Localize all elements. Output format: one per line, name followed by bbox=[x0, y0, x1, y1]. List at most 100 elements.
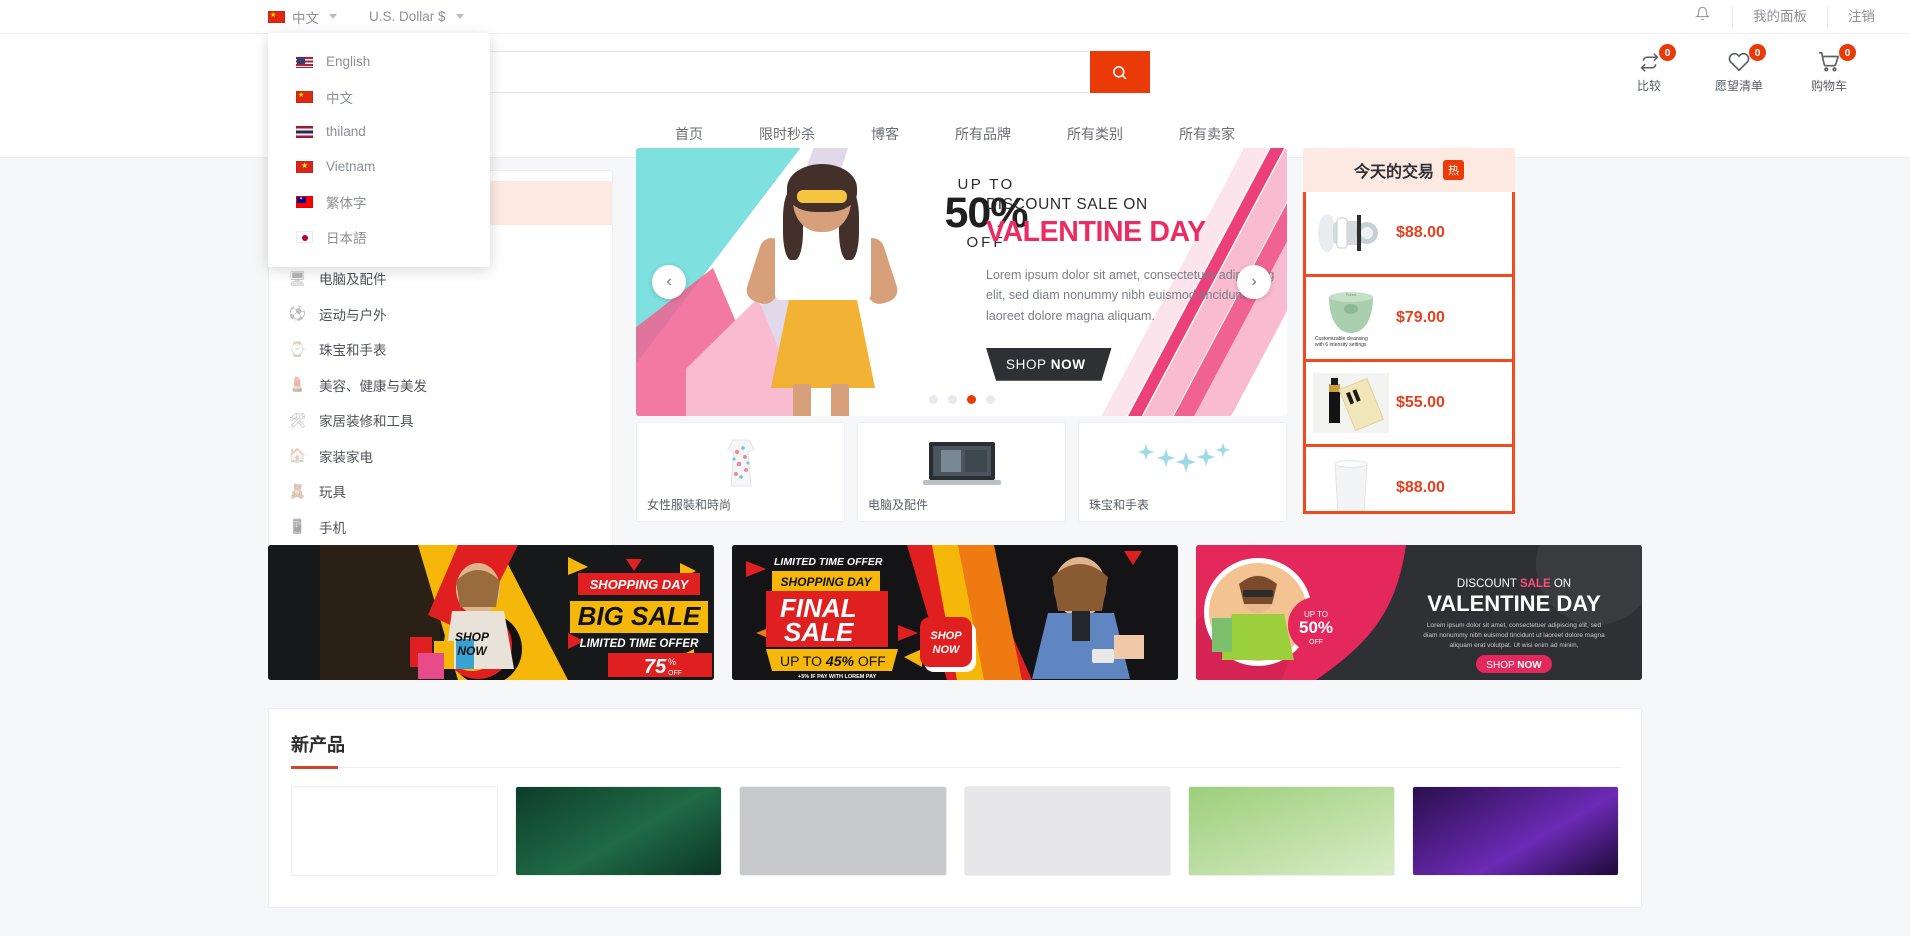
sidebar-item-label: 手机 bbox=[319, 520, 346, 536]
carousel-dot[interactable] bbox=[947, 395, 957, 404]
carousel-body: Lorem ipsum dolor sit amet, consectetuer… bbox=[986, 268, 1275, 323]
deal-price: $55.00 bbox=[1396, 394, 1445, 411]
flag-cn-icon bbox=[268, 10, 285, 23]
language-option-label: 日本語 bbox=[326, 230, 367, 246]
nav-item-flashsale[interactable]: 限时秒杀 bbox=[731, 124, 843, 144]
appliance-icon: 🏠 bbox=[288, 447, 307, 464]
language-selector[interactable]: 中文 bbox=[268, 0, 351, 34]
deal-item[interactable]: Foreo Customizable cleansing with 6 inte… bbox=[1306, 277, 1512, 362]
language-option-english[interactable]: English bbox=[268, 44, 490, 79]
nav-item-categories[interactable]: 所有类别 bbox=[1039, 124, 1151, 144]
necklace-icon bbox=[1079, 423, 1286, 496]
deal-item[interactable]: $88.00 bbox=[1306, 447, 1512, 511]
sidebar-item-toys[interactable]: 🧸 玩具 bbox=[269, 474, 612, 510]
svg-text:with 6 intensity settings: with 6 intensity settings bbox=[1315, 342, 1367, 348]
new-product-card[interactable] bbox=[963, 786, 1171, 876]
carousel-copy: DISCOUNT SALE ON VALENTINE DAY Lorem ips… bbox=[986, 196, 1276, 381]
sidebar-item-label: 运动与户外 bbox=[319, 307, 387, 323]
svg-text:SALE: SALE bbox=[784, 617, 854, 647]
cart-button[interactable]: 0 购物车 bbox=[1798, 44, 1860, 94]
nav-item-brands[interactable]: 所有品牌 bbox=[927, 124, 1039, 144]
language-option-japanese[interactable]: 日本語 bbox=[268, 219, 490, 254]
category-card-computers[interactable]: 电脑及配件 bbox=[857, 422, 1066, 522]
nav-item-home[interactable]: 首页 bbox=[647, 124, 731, 144]
svg-text:+5% IF PAY WITH LOREM PAY: +5% IF PAY WITH LOREM PAY bbox=[798, 674, 877, 680]
search-button[interactable] bbox=[1089, 51, 1150, 93]
new-product-card[interactable] bbox=[1411, 786, 1620, 876]
new-product-card[interactable] bbox=[515, 786, 723, 876]
svg-text:SHOP NOW: SHOP NOW bbox=[1486, 660, 1542, 671]
category-card-womens-fashion[interactable]: 女性服裝和時尚 bbox=[636, 422, 845, 522]
deal-price: $79.00 bbox=[1396, 309, 1445, 326]
language-dropdown-menu[interactable]: English 中文 thiland Vietnam 繁体字 日本語 bbox=[268, 33, 490, 267]
carousel-title: VALENTINE DAY bbox=[986, 216, 1276, 249]
new-products-row bbox=[269, 768, 1641, 876]
compare-count-badge: 0 bbox=[1659, 44, 1676, 61]
carousel-next-button[interactable]: › bbox=[1237, 265, 1271, 299]
carousel-prev-button[interactable]: ‹ bbox=[652, 265, 686, 299]
cart-label: 购物车 bbox=[1810, 79, 1847, 93]
currency-selector-label: U.S. Dollar $ bbox=[369, 9, 446, 24]
language-option-vietnam[interactable]: Vietnam bbox=[268, 149, 490, 184]
laptop-icon bbox=[858, 423, 1065, 496]
cart-count-badge: 0 bbox=[1839, 44, 1856, 61]
deal-item[interactable]: $88.00 bbox=[1306, 192, 1512, 277]
svg-text:SHOPPING DAY: SHOPPING DAY bbox=[780, 575, 872, 589]
flag-us-icon bbox=[296, 55, 313, 68]
cleansing-brush-photo: Foreo Customizable cleansing with 6 inte… bbox=[1312, 282, 1390, 354]
hero-carousel[interactable]: UP TO 50% OFF DISCOUNT SALE ON VALENTINE… bbox=[636, 148, 1287, 416]
search-input[interactable] bbox=[389, 51, 1090, 93]
language-option-traditional-chinese[interactable]: 繁体字 bbox=[268, 184, 490, 219]
language-option-label: Vietnam bbox=[326, 159, 376, 174]
nav-item-blog[interactable]: 博客 bbox=[843, 124, 927, 144]
cta-light: SHOP bbox=[1006, 356, 1051, 372]
svg-text:NOW: NOW bbox=[457, 644, 488, 658]
svg-text:Foreo: Foreo bbox=[1346, 292, 1357, 297]
promo-banner-big-sale[interactable]: SHOPPING DAY BIG SALE LIMITED TIME OFFER… bbox=[268, 545, 714, 680]
currency-selector[interactable]: U.S. Dollar $ bbox=[351, 0, 478, 34]
deal-item[interactable]: $55.00 bbox=[1306, 362, 1512, 447]
wishlist-button[interactable]: 0 愿望清单 bbox=[1708, 44, 1770, 94]
svg-text:SHOP: SHOP bbox=[455, 630, 490, 644]
language-option-label: English bbox=[326, 54, 371, 69]
promo-banner-final-sale[interactable]: LIMITED TIME OFFER SHOPPING DAY FINAL SA… bbox=[732, 545, 1178, 680]
sidebar-item-phones[interactable]: 📱 手机 bbox=[269, 509, 612, 545]
carousel-dot[interactable] bbox=[985, 395, 995, 404]
todays-deals-panel: 今天的交易 热 $88.00 Foreo Customizable cleans… bbox=[1303, 148, 1515, 514]
section-underline bbox=[291, 766, 1621, 769]
top-bar-left: 中文 U.S. Dollar $ bbox=[268, 0, 478, 34]
wishlist-count-badge: 0 bbox=[1749, 44, 1766, 61]
sidebar-item-sports[interactable]: ⚽ 运动与户外 bbox=[269, 296, 612, 332]
new-product-card[interactable] bbox=[1187, 786, 1395, 876]
beauty-icon: 💄 bbox=[288, 376, 307, 393]
my-panel-link[interactable]: 我的面板 bbox=[1733, 0, 1827, 34]
new-product-card[interactable] bbox=[291, 786, 499, 876]
carousel-shop-now-button[interactable]: SHOP NOW bbox=[986, 347, 1112, 381]
carousel-dot[interactable] bbox=[928, 395, 938, 404]
compare-button[interactable]: 0 比较 bbox=[1618, 44, 1680, 94]
category-card-jewelry[interactable]: 珠宝和手表 bbox=[1078, 422, 1287, 522]
search-bar bbox=[389, 51, 1150, 93]
notification-bell-icon[interactable] bbox=[1673, 0, 1732, 34]
new-product-card[interactable] bbox=[739, 786, 947, 876]
compare-label: 比较 bbox=[1636, 79, 1661, 93]
top-bar-right: 我的面板 注销 bbox=[1673, 0, 1895, 34]
logout-link[interactable]: 注销 bbox=[1828, 0, 1895, 34]
deals-list: $88.00 Foreo Customizable cleansing with… bbox=[1303, 192, 1515, 514]
sidebar-item-jewelry[interactable]: ⌚ 珠宝和手表 bbox=[269, 332, 612, 368]
deals-header: 今天的交易 热 bbox=[1303, 148, 1515, 192]
sidebar-item-beauty[interactable]: 💄 美容、健康与美发 bbox=[269, 367, 612, 403]
dress-icon bbox=[637, 423, 844, 496]
sidebar-item-tools[interactable]: 🛠 家居装修和工具 bbox=[269, 403, 612, 439]
svg-text:DISCOUNT SALE ON: DISCOUNT SALE ON bbox=[1457, 578, 1571, 590]
svg-text:SHOPPING DAY: SHOPPING DAY bbox=[590, 577, 690, 592]
nav-item-sellers[interactable]: 所有卖家 bbox=[1151, 124, 1263, 144]
sidebar-item-appliances[interactable]: 🏠 家装家电 bbox=[269, 438, 612, 474]
svg-text:%: % bbox=[668, 657, 676, 667]
promo-banner-valentine[interactable]: UP TO 50% OFF DISCOUNT SALE ON VALENTINE… bbox=[1196, 545, 1642, 680]
language-option-chinese[interactable]: 中文 bbox=[268, 79, 490, 114]
carousel-dots bbox=[636, 395, 1287, 404]
language-option-thai[interactable]: thiland bbox=[268, 114, 490, 149]
carousel-dot-active[interactable] bbox=[966, 395, 976, 404]
faucet-photo bbox=[1312, 197, 1390, 269]
